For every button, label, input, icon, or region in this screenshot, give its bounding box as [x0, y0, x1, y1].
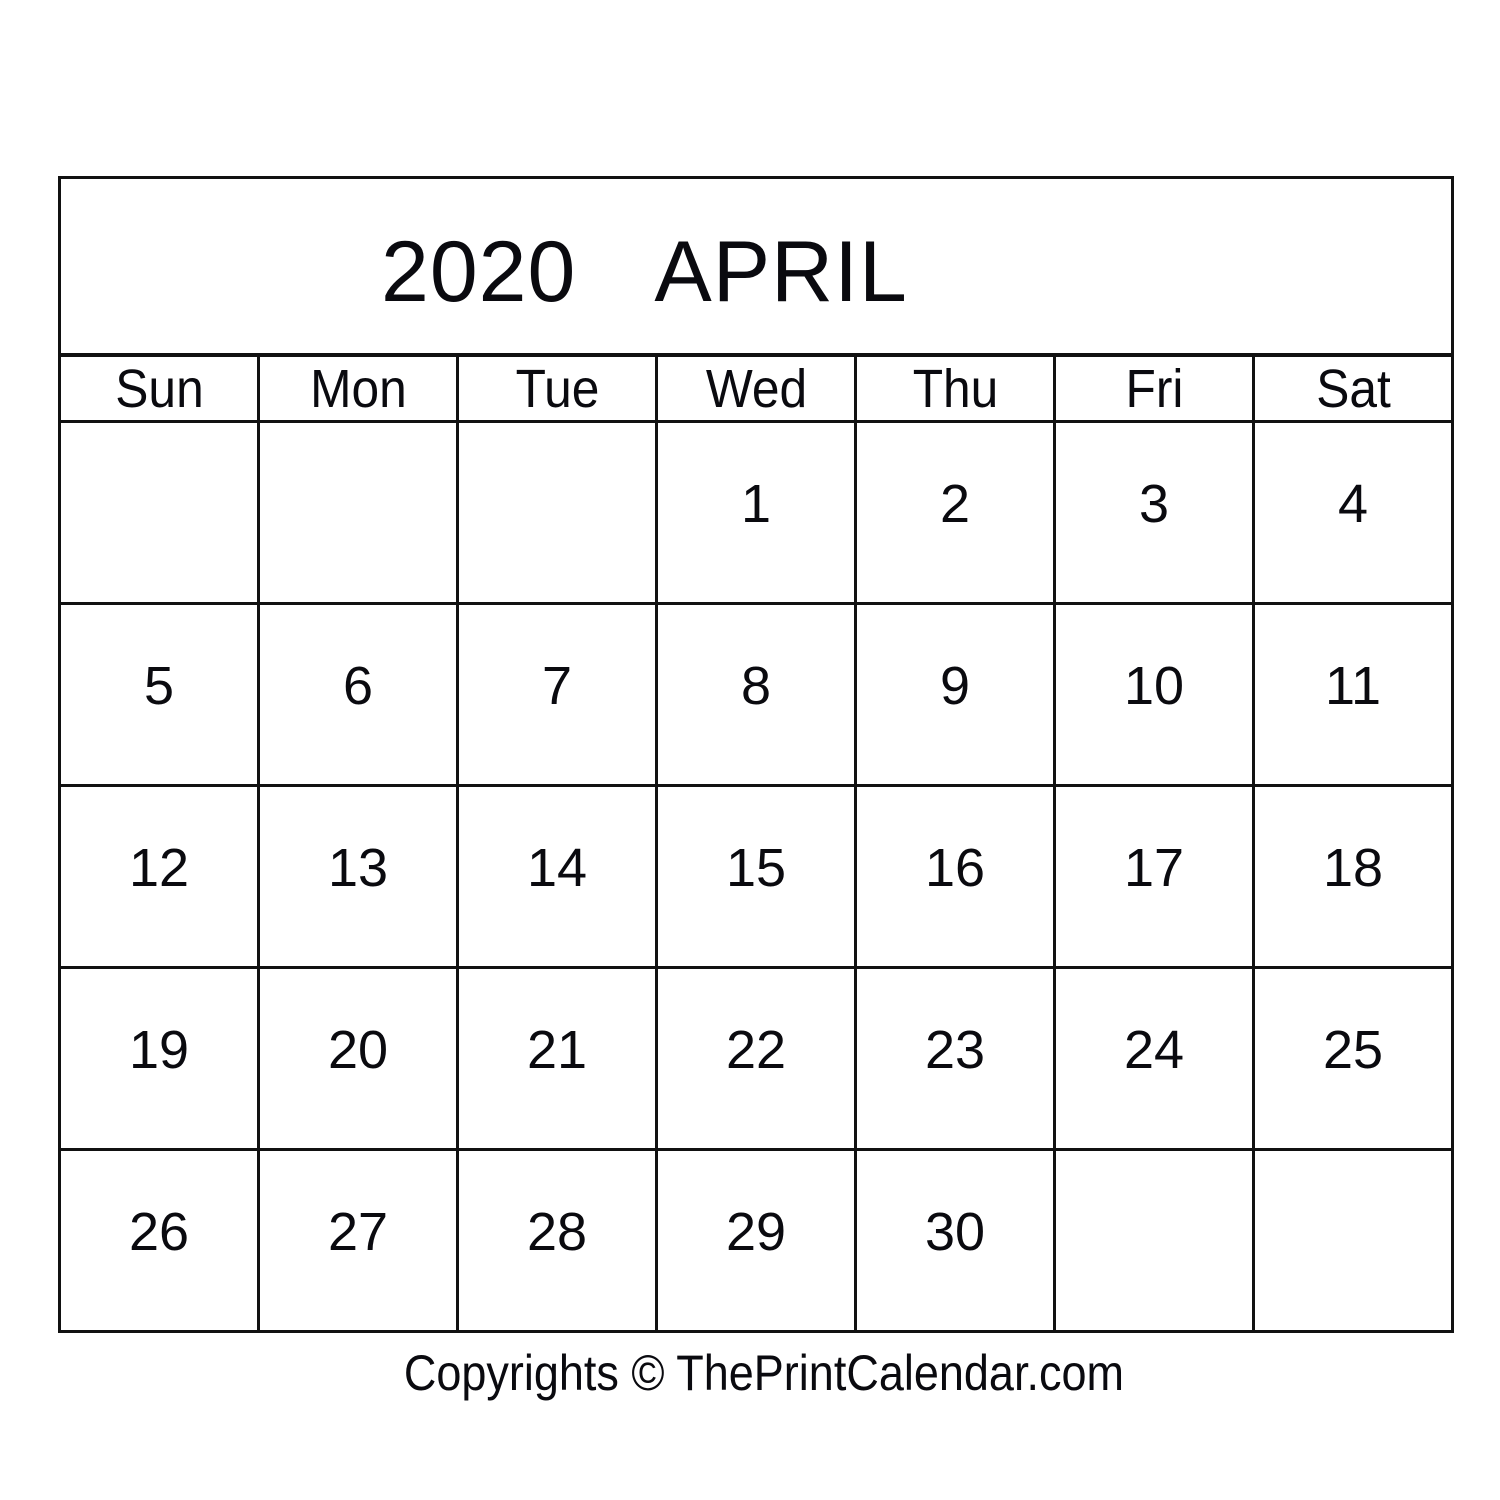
day-number: 29	[725, 1202, 787, 1262]
calendar-table: Sun Mon Tue Wed Thu Fri Sat 1 2 3 4 5 6 7 8 9 10 1…	[58, 354, 1454, 1333]
calendar-header: 2020 APRIL	[58, 176, 1454, 356]
empty-day-cell	[1053, 1148, 1255, 1333]
day-cell: 9	[854, 602, 1056, 787]
day-cell: 29	[655, 1148, 857, 1333]
day-number: 5	[143, 656, 175, 716]
day-cell: 28	[456, 1148, 658, 1333]
day-number: 12	[128, 838, 190, 898]
day-cell: 14	[456, 784, 658, 969]
day-number: 1	[740, 474, 772, 534]
day-number: 17	[1123, 838, 1185, 898]
day-number: 13	[327, 838, 389, 898]
day-number: 28	[526, 1202, 588, 1262]
empty-day-cell	[257, 420, 459, 605]
day-number: 20	[327, 1020, 389, 1080]
day-cell: 25	[1252, 966, 1454, 1151]
week-row: 26 27 28 29 30	[58, 1148, 1454, 1333]
day-cell: 15	[655, 784, 857, 969]
weekday-tue: Tue	[464, 354, 650, 423]
day-number: 25	[1322, 1020, 1384, 1080]
day-cell: 12	[58, 784, 260, 969]
week-row: 5 6 7 8 9 10 11	[58, 602, 1454, 787]
weekday-sun: Sun	[66, 354, 252, 423]
day-number: 30	[924, 1202, 986, 1262]
day-number: 14	[526, 838, 588, 898]
day-cell: 10	[1053, 602, 1255, 787]
weekday-header-row: Sun Mon Tue Wed Thu Fri Sat	[60, 354, 1453, 423]
day-cell: 7	[456, 602, 658, 787]
day-number: 11	[1324, 656, 1382, 716]
day-cell: 27	[257, 1148, 459, 1333]
day-cell: 4	[1252, 420, 1454, 605]
day-number: 8	[740, 656, 772, 716]
empty-day-cell	[456, 420, 658, 605]
week-row: 12 13 14 15 16 17 18	[58, 784, 1454, 969]
copyright-text: Copyrights © ThePrintCalendar.com	[403, 1345, 1124, 1401]
day-cell: 30	[854, 1148, 1056, 1333]
day-cell: 23	[854, 966, 1056, 1151]
day-number: 2	[939, 474, 971, 534]
day-number: 18	[1322, 838, 1384, 898]
day-cell: 11	[1252, 602, 1454, 787]
day-number: 27	[327, 1202, 389, 1262]
day-number: 16	[924, 838, 986, 898]
day-number: 26	[128, 1202, 190, 1262]
calendar-weeks: 1 2 3 4 5 6 7 8 9 10 11 12 13 14 15 16 17 18 19 20 21 22 23 24 2…	[58, 420, 1454, 1333]
day-cell: 3	[1053, 420, 1255, 605]
day-cell: 24	[1053, 966, 1255, 1151]
day-cell: 26	[58, 1148, 260, 1333]
month-label: APRIL	[654, 224, 908, 320]
copyright-footer: Copyrights © ThePrintCalendar.com	[76, 1344, 1426, 1402]
calendar: 2020 APRIL Sun Mon Tue Wed Thu Fri Sat 12…	[58, 176, 1454, 1333]
day-cell: 21	[456, 966, 658, 1151]
day-number: 21	[526, 1020, 588, 1080]
weekday-mon: Mon	[265, 354, 451, 423]
week-row: 19 20 21 22 23 24 25	[58, 966, 1454, 1151]
year-label: 2020	[381, 224, 577, 320]
day-cell: 22	[655, 966, 857, 1151]
day-cell: 6	[257, 602, 459, 787]
week-row: 1 2 3 4	[58, 420, 1454, 605]
day-cell: 19	[58, 966, 260, 1151]
weekday-sat: Sat	[1260, 354, 1446, 423]
day-number: 4	[1337, 474, 1369, 534]
calendar-grid: Sun Mon Tue Wed Thu Fri Sat 1 2 3 4 5 6 7 8 9 10 1…	[58, 354, 1454, 1333]
day-number: 19	[128, 1020, 190, 1080]
day-cell: 18	[1252, 784, 1454, 969]
day-cell: 20	[257, 966, 459, 1151]
weekday-wed: Wed	[663, 354, 849, 423]
day-number: 22	[725, 1020, 787, 1080]
weekday-fri: Fri	[1061, 354, 1247, 423]
day-cell: 13	[257, 784, 459, 969]
day-number: 10	[1123, 656, 1185, 716]
day-cell: 5	[58, 602, 260, 787]
day-number: 23	[924, 1020, 986, 1080]
day-number: 15	[725, 838, 787, 898]
empty-day-cell	[1252, 1148, 1454, 1333]
day-cell: 2	[854, 420, 1056, 605]
day-number: 6	[342, 656, 374, 716]
day-number: 3	[1138, 474, 1170, 534]
empty-day-cell	[58, 420, 260, 605]
day-number: 24	[1123, 1020, 1185, 1080]
day-cell: 17	[1053, 784, 1255, 969]
day-cell: 8	[655, 602, 857, 787]
day-number: 7	[541, 656, 573, 716]
calendar-title: 2020 APRIL	[381, 229, 908, 315]
day-cell: 16	[854, 784, 1056, 969]
day-cell: 1	[655, 420, 857, 605]
day-number: 9	[939, 656, 971, 716]
weekday-thu: Thu	[862, 354, 1048, 423]
